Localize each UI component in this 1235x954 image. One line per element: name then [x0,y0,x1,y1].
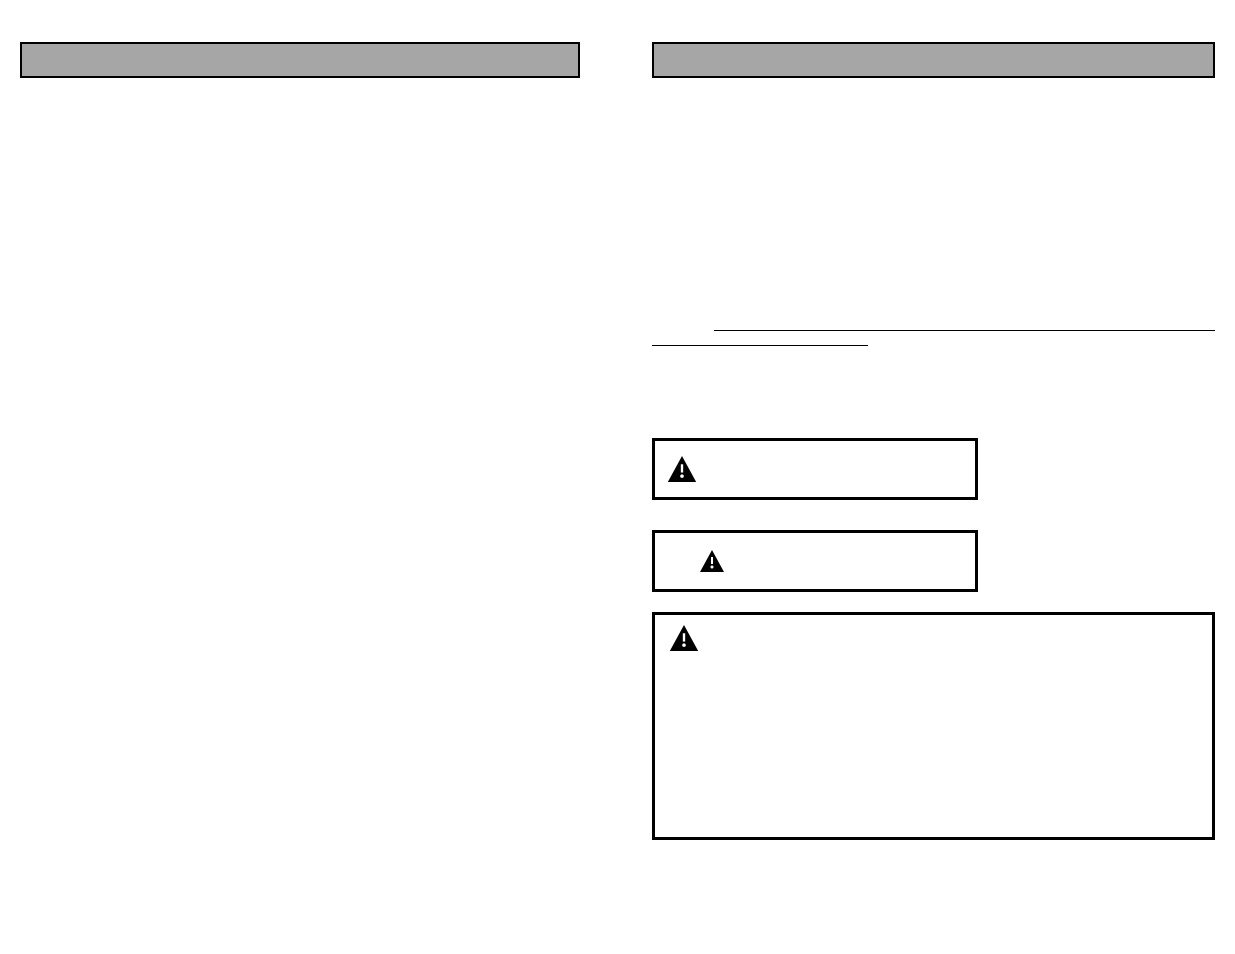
manual-page [0,0,1235,954]
spacer [652,346,1215,438]
warning-label-box-1 [652,438,978,500]
spacer [652,500,1215,530]
warning-label-box-2 [652,530,978,592]
alert-triangle-icon [699,550,725,572]
right-column [652,42,1215,934]
spacer [652,592,1215,612]
warning-block [652,612,1215,840]
left-section-header [20,42,580,78]
alert-triangle-icon [669,625,699,651]
horizontal-rule [714,330,1215,331]
spacer [652,82,1215,330]
left-column [20,42,580,934]
alert-triangle-icon [667,456,697,482]
rule-group [652,330,1215,346]
right-section-header [652,42,1215,78]
